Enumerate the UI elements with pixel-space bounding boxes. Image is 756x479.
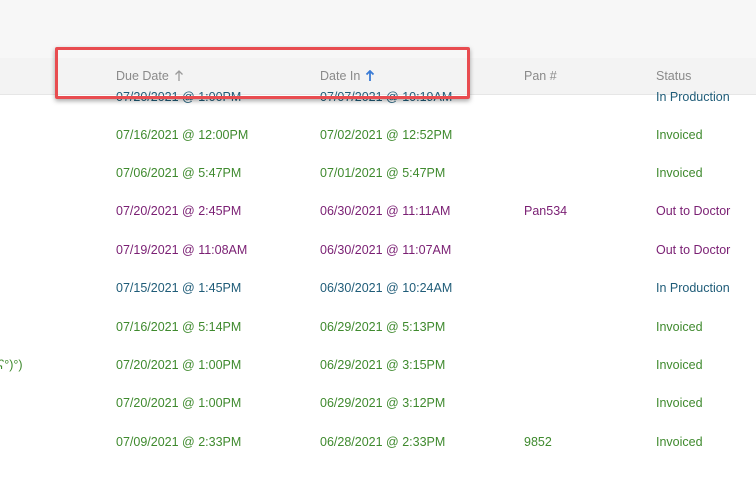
table-row[interactable]: 07/19/2021 @ 11:08AM 06/30/2021 @ 11:07AM… bbox=[0, 243, 756, 281]
partial-text-cell: ʕ°)°) bbox=[0, 358, 23, 372]
status-cell: In Production bbox=[656, 281, 730, 295]
due-date-cell: 07/20/2021 @ 2:45PM bbox=[116, 204, 242, 218]
date-in-cell: 06/29/2021 @ 3:12PM bbox=[320, 396, 446, 410]
column-header-pan[interactable]: Pan # bbox=[524, 69, 557, 83]
date-in-cell: 07/07/2021 @ 10:19AM bbox=[320, 90, 453, 104]
due-date-cell: 07/16/2021 @ 5:14PM bbox=[116, 320, 242, 334]
date-in-cell: 07/01/2021 @ 5:47PM bbox=[320, 166, 446, 180]
column-header-date-in-label: Date In bbox=[320, 69, 361, 83]
table-row[interactable]: 07/20/2021 @ 2:45PM 06/30/2021 @ 11:11AM P… bbox=[0, 204, 756, 242]
status-cell: Invoiced bbox=[656, 358, 703, 372]
due-date-cell: 07/20/2021 @ 1:00PM bbox=[116, 90, 242, 104]
status-cell: Invoiced bbox=[656, 396, 703, 410]
due-date-cell: 07/20/2021 @ 1:00PM bbox=[116, 396, 242, 410]
table-row[interactable]: 07/16/2021 @ 5:14PM 06/29/2021 @ 5:13PM In… bbox=[0, 320, 756, 358]
column-header-date-in[interactable]: Date In bbox=[320, 69, 375, 83]
table-row[interactable]: 07/16/2021 @ 12:00PM 07/02/2021 @ 12:52PM… bbox=[0, 128, 756, 166]
due-date-cell: 07/16/2021 @ 12:00PM bbox=[116, 128, 249, 142]
column-header-pan-label: Pan # bbox=[524, 69, 557, 83]
date-in-cell: 06/30/2021 @ 11:11AM bbox=[320, 204, 451, 218]
due-date-cell: 07/15/2021 @ 1:45PM bbox=[116, 281, 242, 295]
date-in-cell: 06/29/2021 @ 5:13PM bbox=[320, 320, 446, 334]
table-row[interactable]: 07/20/2021 @ 1:00PM 07/07/2021 @ 10:19AM I… bbox=[0, 90, 756, 128]
due-date-cell: 07/19/2021 @ 11:08AM bbox=[116, 243, 248, 257]
column-header-status[interactable]: Status bbox=[656, 69, 691, 83]
toolbar-area bbox=[0, 0, 756, 58]
pan-cell: Pan534 bbox=[524, 204, 568, 218]
status-cell: Out to Doctor bbox=[656, 204, 731, 218]
status-cell: Invoiced bbox=[656, 166, 703, 180]
status-cell: Out to Doctor bbox=[656, 243, 731, 257]
status-cell: Invoiced bbox=[656, 320, 703, 334]
due-date-cell: 07/20/2021 @ 1:00PM bbox=[116, 358, 242, 372]
date-in-cell: 06/30/2021 @ 11:07AM bbox=[320, 243, 452, 257]
date-in-cell: 06/28/2021 @ 2:33PM bbox=[320, 435, 446, 449]
arrow-up-active-icon[interactable] bbox=[365, 70, 375, 82]
table-row[interactable]: 07/20/2021 @ 1:00PM 06/29/2021 @ 3:12PM In… bbox=[0, 396, 756, 434]
due-date-cell: 07/09/2021 @ 2:33PM bbox=[116, 435, 242, 449]
status-cell: In Production bbox=[656, 90, 730, 104]
column-header-status-label: Status bbox=[656, 69, 692, 83]
date-in-cell: 06/29/2021 @ 3:15PM bbox=[320, 358, 446, 372]
due-date-cell: 07/06/2021 @ 5:47PM bbox=[116, 166, 242, 180]
column-header-due-date-label: Due Date bbox=[116, 69, 169, 83]
status-cell: Invoiced bbox=[656, 435, 703, 449]
date-in-cell: 06/30/2021 @ 10:24AM bbox=[320, 281, 453, 295]
pan-cell: 9852 bbox=[524, 435, 552, 449]
table-row[interactable]: 07/20/2021 @ 1:00PM 06/29/2021 @ 3:15PM In… bbox=[0, 358, 756, 396]
table-row[interactable]: 07/06/2021 @ 5:47PM 07/01/2021 @ 5:47PM In… bbox=[0, 166, 756, 204]
column-header-due-date[interactable]: Due Date bbox=[116, 69, 184, 83]
arrow-up-icon[interactable] bbox=[174, 70, 184, 82]
status-cell: Invoiced bbox=[656, 128, 703, 142]
table-row[interactable]: 07/09/2021 @ 2:33PM 06/28/2021 @ 2:33PM 98… bbox=[0, 435, 756, 473]
date-in-cell: 07/02/2021 @ 12:52PM bbox=[320, 128, 453, 142]
table-row[interactable]: 07/15/2021 @ 1:45PM 06/30/2021 @ 10:24AM I… bbox=[0, 281, 756, 319]
